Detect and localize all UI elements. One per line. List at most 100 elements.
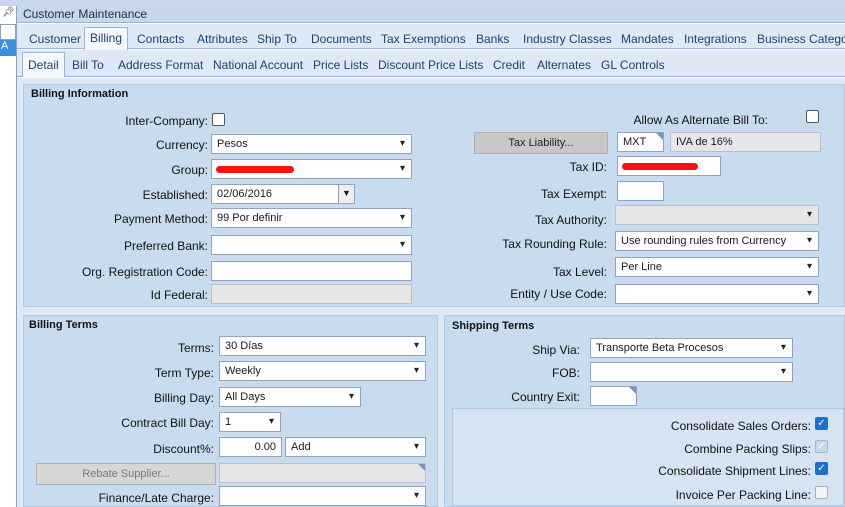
left-pane-field[interactable] (0, 24, 16, 40)
tax-liability-description: IVA de 16% (670, 132, 821, 152)
tax-level-select[interactable]: Per Line (615, 257, 819, 277)
left-pane-selected-item[interactable]: A (0, 40, 16, 56)
currency-select[interactable]: Pesos (211, 134, 412, 154)
contract-bill-day-select[interactable]: 1 (219, 412, 281, 432)
tab-business-categories[interactable]: Business Catego (757, 32, 845, 46)
tab-billing[interactable]: Billing (84, 27, 129, 50)
payment-method-label: Payment Method: (113, 212, 208, 226)
inter-company-label: Inter-Company: (125, 114, 208, 128)
tab-industry-classes[interactable]: Industry Classes (523, 32, 612, 46)
redaction-mark (622, 163, 698, 170)
finance-late-charge-label: Finance/Late Charge: (98, 491, 214, 505)
established-date-value: 02/06/2016 (217, 188, 273, 200)
subtab-price-lists[interactable]: Price Lists (313, 58, 368, 72)
calendar-dropdown-icon[interactable]: ▼ (338, 185, 354, 203)
tab-contacts[interactable]: Contacts (137, 32, 184, 46)
established-label: Established: (142, 188, 208, 202)
tax-exempt-field[interactable] (617, 181, 664, 201)
subtab-address-format[interactable]: Address Format (118, 58, 203, 72)
invoice-per-packing-line-label: Invoice Per Packing Line: (675, 488, 811, 502)
terms-label: Terms: (178, 341, 214, 355)
subtab-national-account[interactable]: National Account (213, 58, 303, 72)
discount-label: Discount%: (153, 442, 214, 456)
payment-method-select[interactable]: 99 Por definir (211, 208, 412, 228)
established-date-field[interactable]: 02/06/2016 ▼ (211, 184, 355, 204)
preferred-bank-select[interactable] (211, 235, 412, 255)
tab-documents[interactable]: Documents (311, 32, 372, 46)
subtab-credit[interactable]: Credit (493, 58, 525, 72)
consolidate-sales-orders-checkbox[interactable]: ✓ (815, 417, 828, 430)
org-registration-code-field[interactable] (211, 261, 412, 281)
term-type-select[interactable]: Weekly (219, 361, 426, 381)
combine-packing-slips-label: Combine Packing Slips: (684, 442, 811, 456)
subtab-gl-controls[interactable]: GL Controls (601, 58, 665, 72)
terms-select[interactable]: 30 Días (219, 336, 426, 356)
tax-liability-code-field[interactable]: MXT (617, 132, 664, 152)
allow-alternate-bill-to-label: Allow As Alternate Bill To: (633, 113, 768, 127)
id-federal-field (211, 284, 412, 304)
finance-late-charge-select[interactable] (219, 486, 426, 506)
consolidate-sales-orders-label: Consolidate Sales Orders: (670, 419, 811, 433)
tab-attributes[interactable]: Attributes (197, 32, 248, 46)
entity-use-code-select[interactable] (615, 284, 819, 304)
billing-information-panel: Billing Information Inter-Company: Curre… (23, 84, 845, 307)
tab-banks[interactable]: Banks (476, 32, 509, 46)
entity-use-code-label: Entity / Use Code: (510, 287, 607, 301)
window-title: Customer Maintenance (23, 7, 148, 21)
fob-label: FOB: (551, 366, 580, 380)
tax-id-label: Tax ID: (569, 160, 607, 174)
discount-mode-select[interactable]: Add (285, 437, 426, 457)
tax-rounding-rule-select[interactable]: Use rounding rules from Currency (615, 231, 819, 251)
billing-terms-title: Billing Terms (29, 319, 98, 331)
tax-id-field[interactable] (617, 156, 721, 176)
billing-day-select[interactable]: All Days (219, 387, 361, 407)
billing-information-title: Billing Information (31, 88, 129, 100)
ship-via-select[interactable]: Transporte Beta Procesos (590, 338, 793, 358)
term-type-label: Term Type: (154, 366, 214, 380)
tab-customer[interactable]: Customer (29, 32, 81, 46)
tax-authority-select[interactable] (615, 205, 819, 225)
group-select[interactable] (211, 159, 412, 179)
ship-via-label: Ship Via: (532, 343, 580, 357)
country-exit-label: Country Exit: (511, 390, 580, 404)
fob-select[interactable] (590, 362, 793, 382)
tab-ship-to[interactable]: Ship To (257, 32, 297, 46)
preferred-bank-label: Preferred Bank: (123, 239, 208, 253)
tax-rounding-rule-label: Tax Rounding Rule: (502, 237, 607, 251)
group-label: Group: (171, 163, 208, 177)
allow-alternate-bill-to-checkbox[interactable] (806, 110, 819, 123)
left-pane (0, 6, 17, 507)
subtab-discount-price-lists[interactable]: Discount Price Lists (378, 58, 483, 72)
subtab-bill-to[interactable]: Bill To (72, 58, 104, 72)
content-area: Billing Information Inter-Company: Curre… (17, 78, 845, 507)
rebate-supplier-field (219, 463, 426, 483)
consolidate-shipment-lines-checkbox[interactable]: ✓ (815, 462, 828, 475)
country-exit-field[interactable] (590, 386, 637, 406)
discount-field[interactable]: 0.00 (219, 437, 282, 457)
pin-icon[interactable]: 📌︎ (2, 7, 15, 18)
currency-label: Currency: (155, 138, 208, 152)
tax-exempt-label: Tax Exempt: (540, 187, 607, 201)
consolidate-shipment-lines-label: Consolidate Shipment Lines: (658, 464, 811, 478)
inter-company-checkbox[interactable] (212, 113, 225, 126)
tax-level-label: Tax Level: (552, 265, 607, 279)
billing-terms-panel: Billing Terms Terms: 30 Días Term Type: … (23, 315, 438, 507)
rebate-supplier-button: Rebate Supplier... (36, 463, 216, 485)
invoice-per-packing-line-checkbox (815, 486, 828, 499)
billing-day-label: Billing Day: (153, 391, 214, 405)
window-titlebar: Customer Maintenance (17, 6, 845, 23)
id-federal-label: Id Federal: (150, 288, 208, 302)
main-tabbar: Customer Billing Contacts Attributes Shi… (17, 24, 845, 50)
tax-liability-button[interactable]: Tax Liability... (474, 132, 608, 154)
tab-mandates[interactable]: Mandates (621, 32, 674, 46)
contract-bill-day-label: Contract Bill Day: (121, 416, 214, 430)
combine-packing-slips-checkbox: ✓ (815, 440, 828, 453)
subtab-alternates[interactable]: Alternates (537, 58, 591, 72)
sub-tabbar: Detail Bill To Address Format National A… (17, 50, 845, 77)
tax-authority-label: Tax Authority: (534, 213, 607, 227)
redaction-mark (216, 166, 294, 173)
tab-tax-exemptions[interactable]: Tax Exemptions (381, 32, 466, 46)
tab-integrations[interactable]: Integrations (684, 32, 747, 46)
subtab-detail[interactable]: Detail (22, 52, 65, 77)
org-registration-code-label: Org. Registration Code: (81, 265, 208, 279)
